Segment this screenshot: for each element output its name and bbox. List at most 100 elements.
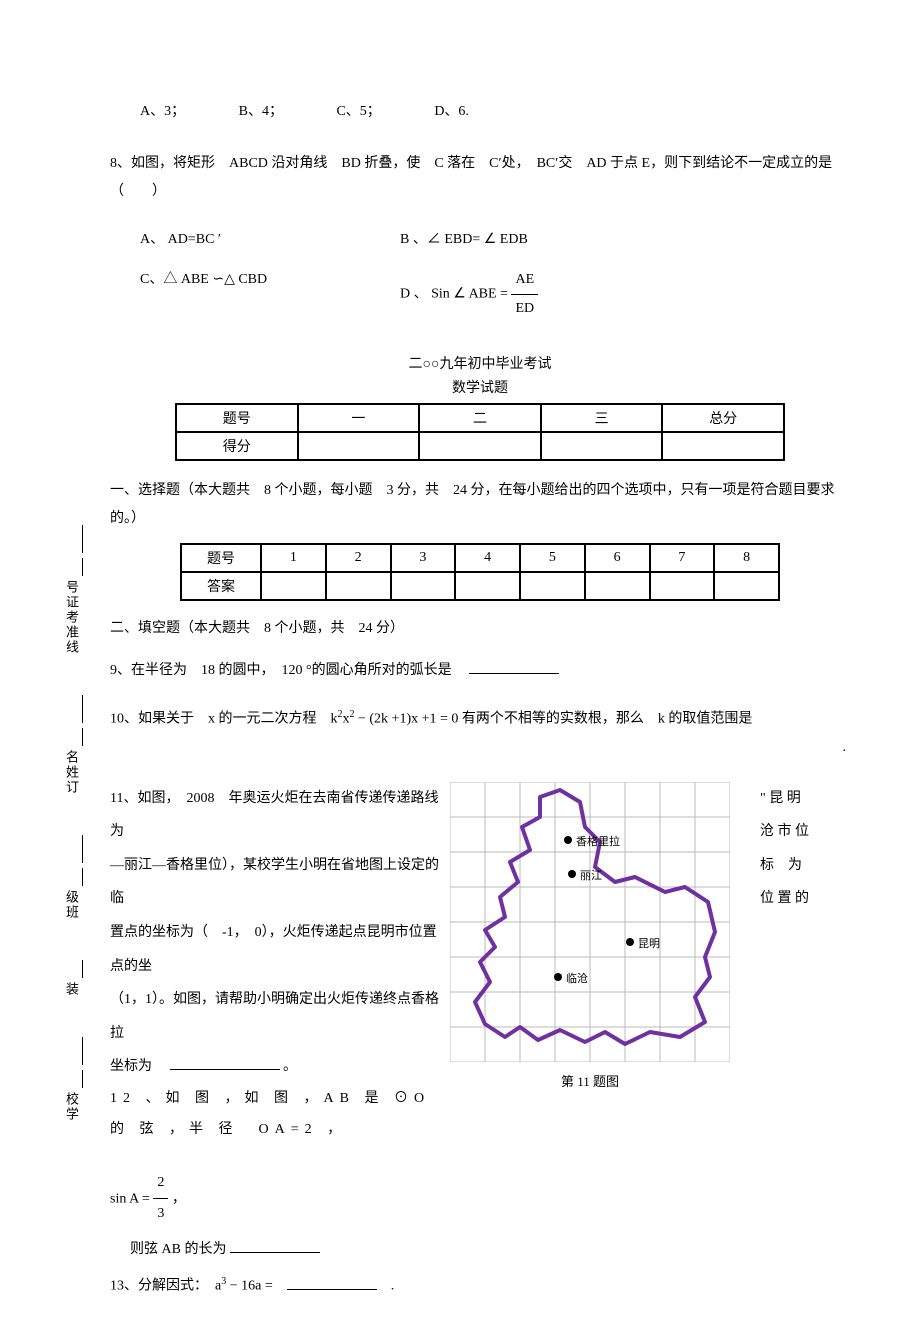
exam-title: 二○○九年初中毕业考试 [110,353,850,373]
q7-opt-a: A、3； [140,104,185,119]
q12-formula: sin A = 2 3 ， [110,1168,850,1231]
q12-line1: 12 、如 图 ，如 图 ，AB 是 ⊙O 的 弦 ，半 径 OA=2 ， [110,1091,430,1137]
ans-blank[interactable] [650,572,715,600]
ans-blank[interactable] [261,572,326,600]
city-dot-lijiang [568,870,576,878]
q11-map: 香格里拉 丽江 昆明 临沧 第 11 题图 [450,782,730,1062]
q11-l1: 11、如图， 2008 年奥运火炬在去南省传递传递路线为 [110,782,450,849]
q10-mid2: − (2k +1)x +1 = 0 有两个不相等的实数根，那么 k 的取值范围是 [355,712,753,727]
ans-r2: 答案 [181,572,261,600]
city-label-lincang: 临沧 [566,971,588,985]
map-svg: 香格里拉 丽江 昆明 临沧 [450,782,730,1062]
exam-subtitle: 数学试题 [110,377,850,397]
city-label-kunming: 昆明 [638,937,660,950]
table-row: 题号 1 2 3 4 5 6 7 8 [181,544,779,572]
ans-c8: 8 [714,544,779,572]
ans-blank[interactable] [585,572,650,600]
margin-label-school: 校学 [62,1092,81,1122]
score-r2: 得分 [176,432,298,460]
q11-right-col: " 昆 明 沧 市 位 标 为 位 置 的 [760,782,830,1154]
map-caption: 第 11 题图 [450,1071,730,1090]
q12-l2-pre: 则弦 AB 的长为 [130,1242,230,1257]
score-table: 题号 一 二 三 总分 得分 [175,403,785,461]
city-dot-kunming [626,938,634,946]
q13-mid: − 16a = [226,1279,287,1294]
score-h3: 二 [419,404,541,432]
q10-mid1: x [343,712,350,727]
ans-blank[interactable] [326,572,391,600]
margin-label-bind: 订 [62,780,81,795]
q11-l5-post: 。 [283,1059,297,1074]
score-h1: 题号 [176,404,298,432]
table-row: 题号 一 二 三 总分 [176,404,784,432]
binding-margin: 号证考准 线 名姓 订 级班 装 校学 [62,520,102,1162]
q8-options: A、 AD=BC ′ B 、∠ EBD= ∠ EDB C、△ ABE ∽△ CB… [140,226,850,323]
q13-post: . [377,1279,395,1294]
score-blank[interactable] [298,432,420,460]
ans-blank[interactable] [714,572,779,600]
score-blank[interactable] [419,432,541,460]
ans-h1: 题号 [181,544,261,572]
q7-options: A、3； B、4； C、5； D、6. [140,100,850,120]
q9-text: 9、在半径为 18 的圆中， 120 °的圆心角所对的弧长是 [110,663,466,678]
q11-l2: —丽江—香格里位），某校学生小明在省地图上设定的临 [110,849,450,916]
q8-d-num: AE [511,266,538,295]
page-content: A、3； B、4； C、5； D、6. 8、如图，将矩形 ABCD 沿对角线 B… [110,100,850,1321]
q8-d-pre: D 、 Sin ∠ ABE = [400,287,511,302]
ans-c4: 4 [455,544,520,572]
city-dot-shangri [564,836,572,844]
map-outline [475,790,715,1044]
table-row: 答案 [181,572,779,600]
ans-c3: 3 [391,544,456,572]
q11-l4: （1，1）。如图，请帮助小明确定出火炬传递终点香格拉 [110,983,450,1050]
q13: 13、分解因式： a3 − 16a = . [110,1272,850,1301]
q12-answer-line: 则弦 AB 的长为 [130,1238,850,1258]
ans-c6: 6 [585,544,650,572]
q8-opt-a: A、 AD=BC ′ [140,226,400,254]
score-blank[interactable] [662,432,784,460]
q9-blank[interactable] [469,673,559,674]
city-label-lijiang: 丽江 [580,869,602,882]
q8-d-den: ED [511,295,538,323]
ans-blank[interactable] [455,572,520,600]
q12-l1: 12 、如 图 ，如 图 ，AB 是 ⊙O 的 弦 ，半 径 OA=2 ， [110,1084,450,1146]
margin-label-id: 号证考准 [62,580,81,640]
section1-heading: 一、选择题（本大题共 8 个小题，每小题 3 分，共 24 分，在每小题给出的四… [110,477,850,533]
q12-blank[interactable] [230,1252,320,1253]
q7-opt-d: D、6. [434,104,469,119]
q11-text-col: 11、如图， 2008 年奥运火炬在去南省传递传递路线为 —丽江—香格里位），某… [110,782,450,1154]
q12-fraction: 2 3 [153,1168,168,1231]
q10-pre: 10、如果关于 x 的一元二次方程 k [110,712,338,727]
margin-label-class: 级班 [62,890,81,920]
q12-comma: ， [172,1191,186,1206]
city-dot-lincang [554,973,562,981]
ans-blank[interactable] [520,572,585,600]
answer-table: 题号 1 2 3 4 5 6 7 8 答案 [180,543,780,601]
q8-opt-c: C、△ ABE ∽△ CBD [140,266,400,323]
margin-label-line: 线 [62,640,81,655]
q11-r1: " 昆 明 [760,782,830,816]
q8-opt-d: D 、 Sin ∠ ABE = AE ED [400,266,850,323]
ans-c2: 2 [326,544,391,572]
q13-blank[interactable] [287,1289,377,1290]
score-blank[interactable] [541,432,663,460]
margin-label-seal: 装 [62,982,81,997]
q7-opt-b: B、4； [239,104,283,119]
ans-c7: 7 [650,544,715,572]
score-h2: 一 [298,404,420,432]
q7-opt-c: C、5； [336,104,380,119]
ans-blank[interactable] [391,572,456,600]
q8: 8、如图，将矩形 ABCD 沿对角线 BD 折叠，使 C 落在 C′处， BC′… [110,150,850,323]
table-row: 得分 [176,432,784,460]
q11-r3: 标 为 [760,849,830,883]
city-label-shangri: 香格里拉 [576,834,620,848]
ans-c5: 5 [520,544,585,572]
q10: 10、如果关于 x 的一元二次方程 k2x2 − (2k +1)x +1 = 0… [110,705,850,762]
q8-opt-b: B 、∠ EBD= ∠ EDB [400,226,850,254]
q11-l5-pre: 坐标为 [110,1059,166,1074]
q11-blank[interactable] [170,1069,280,1070]
q12-num: 2 [153,1168,168,1200]
q9: 9、在半径为 18 的圆中， 120 °的圆心角所对的弧长是 [110,657,850,685]
q8-d-fraction: AE ED [511,266,538,323]
ans-c1: 1 [261,544,326,572]
